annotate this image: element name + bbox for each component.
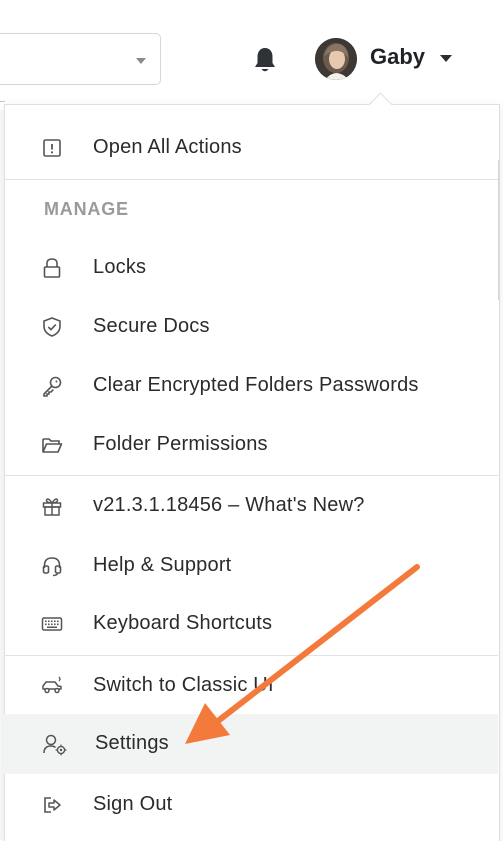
dropdown-select[interactable] <box>0 33 161 85</box>
key-icon <box>40 374 64 398</box>
lock-icon <box>40 256 64 280</box>
user-menu-caret-icon[interactable] <box>440 55 452 62</box>
exclamation-box-icon <box>40 136 64 160</box>
menu-item-label: Secure Docs <box>93 315 210 337</box>
menu-item-label: Clear Encrypted Folders Passwords <box>93 374 419 396</box>
headset-icon <box>40 554 64 578</box>
background-panel-edge <box>498 160 503 300</box>
menu-item-locks[interactable]: Locks <box>4 238 498 298</box>
keyboard-icon <box>40 612 64 636</box>
menu-item-switch-classic-ui[interactable]: Switch to Classic UI <box>4 656 498 716</box>
menu-item-secure-docs[interactable]: Secure Docs <box>4 297 498 357</box>
menu-item-label: Keyboard Shortcuts <box>93 612 273 634</box>
chevron-down-icon[interactable] <box>136 58 146 64</box>
user-gear-icon <box>42 732 67 756</box>
menu-item-settings[interactable]: Settings <box>4 714 498 774</box>
menu-item-label: Switch to Classic UI <box>93 674 274 696</box>
divider <box>0 101 5 102</box>
menu-item-folder-permissions[interactable]: Folder Permissions <box>4 415 498 475</box>
folder-open-icon <box>40 433 64 457</box>
divider <box>4 179 498 180</box>
menu-item-open-all-actions[interactable]: Open All Actions <box>4 118 498 178</box>
shield-check-icon <box>40 315 64 339</box>
menu-item-clear-encrypted-passwords[interactable]: Clear Encrypted Folders Passwords <box>4 356 498 416</box>
menu-item-label: Locks <box>93 256 147 278</box>
gift-icon <box>40 494 64 518</box>
section-label-manage: MANAGE <box>44 199 129 219</box>
menu-item-sign-out[interactable]: Sign Out <box>4 775 498 835</box>
menu-item-label: v21.3.1.18456 – What's New? <box>93 494 365 516</box>
bell-icon[interactable] <box>253 46 277 74</box>
menu-item-label: Sign Out <box>93 793 173 815</box>
top-bar: Gaby <box>0 0 503 100</box>
menu-item-label: Settings <box>95 732 169 754</box>
user-name[interactable]: Gaby <box>370 44 425 70</box>
menu-item-label: Help & Support <box>93 554 232 576</box>
sign-out-icon <box>40 793 64 817</box>
avatar[interactable] <box>315 38 357 80</box>
menu-item-label: Open All Actions <box>93 136 242 158</box>
car-icon <box>40 674 64 698</box>
menu-item-keyboard-shortcuts[interactable]: Keyboard Shortcuts <box>4 594 498 654</box>
menu-item-whats-new[interactable]: v21.3.1.18456 – What's New? <box>4 476 498 536</box>
menu-item-label: Folder Permissions <box>93 433 268 455</box>
menu-item-help-support[interactable]: Help & Support <box>4 536 498 596</box>
